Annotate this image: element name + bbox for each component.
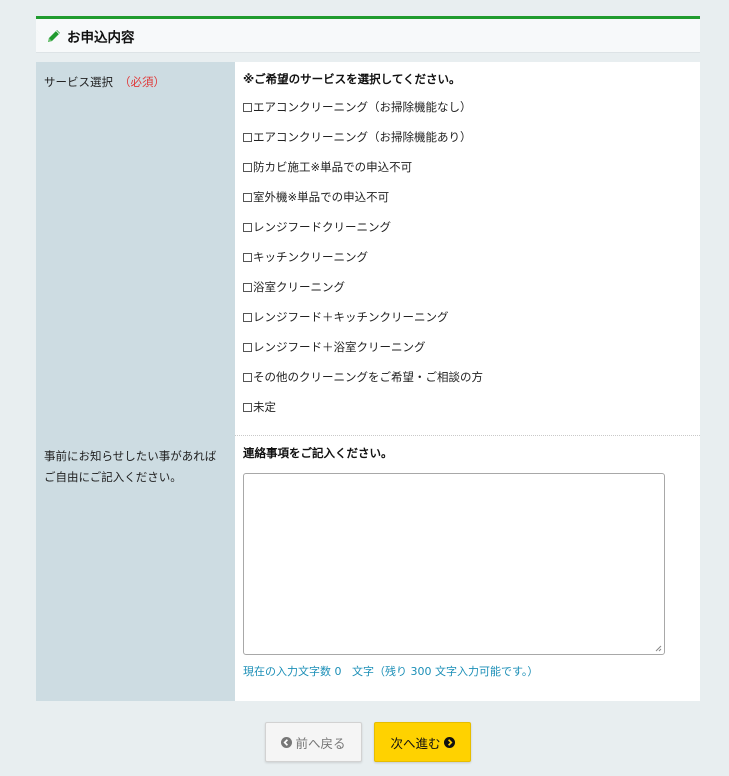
service-option-label: エアコンクリーニング（お掃除機能なし） [253, 100, 472, 114]
pencil-icon [48, 29, 60, 42]
section-header: お申込内容 [36, 16, 700, 53]
message-row: 事前にお知らせしたい事があればご自由にご記入ください。 連絡事項をご記入ください… [36, 436, 700, 701]
service-option[interactable]: 室外機※単品での申込不可 [243, 182, 692, 212]
service-option[interactable]: レンジフードクリーニング [243, 212, 692, 242]
checkbox[interactable] [243, 132, 252, 142]
back-button[interactable]: 前へ戻る [265, 722, 362, 762]
message-instruction: 連絡事項をご記入ください。 [243, 446, 393, 460]
service-option[interactable]: エアコンクリーニング（お掃除機能なし） [243, 92, 692, 122]
service-selection-label: サービス選択 [44, 75, 113, 89]
checkbox[interactable] [243, 192, 252, 202]
checkbox[interactable] [243, 222, 252, 232]
service-options-list: エアコンクリーニング（お掃除機能なし） エアコンクリーニング（お掃除機能あり） 防カ… [243, 92, 692, 422]
counter-count: 0 [334, 665, 342, 678]
navigation-buttons: 前へ戻る 次へ進む [0, 722, 729, 762]
service-option[interactable]: 未定 [243, 392, 692, 422]
service-selection-label-cell: サービス選択 （必須） [36, 62, 235, 436]
order-details-section: お申込内容 サービス選択 （必須） ※ご希望のサービスを選択してください。 エアコ… [36, 16, 700, 701]
service-selection-value-cell: ※ご希望のサービスを選択してください。 エアコンクリーニング（お掃除機能なし）エ… [235, 62, 700, 436]
service-option-label: 室外機※単品での申込不可 [253, 190, 390, 204]
message-textarea[interactable] [243, 473, 665, 655]
message-label: 事前にお知らせしたい事があればご自由にご記入ください。 [44, 449, 217, 484]
service-option-label: 浴室クリーニング [253, 280, 345, 294]
message-label-cell: 事前にお知らせしたい事があればご自由にご記入ください。 [36, 436, 235, 701]
character-counter: 現在の入力文字数 0 文字（残り 300 文字入力可能です。） [243, 663, 692, 679]
checkbox[interactable] [243, 372, 252, 382]
checkbox[interactable] [243, 342, 252, 352]
service-selection-row: サービス選択 （必須） ※ご希望のサービスを選択してください。 エアコンクリーニン… [36, 62, 700, 436]
section-title: お申込内容 [67, 29, 135, 46]
form-table: サービス選択 （必須） ※ご希望のサービスを選択してください。 エアコンクリーニン… [36, 62, 700, 701]
next-button-label: 次へ進む [390, 735, 441, 751]
chevron-left-circle-icon [281, 736, 293, 748]
service-option-label: 防カビ施工※単品での申込不可 [253, 160, 413, 174]
checkbox[interactable] [243, 282, 252, 292]
counter-prefix: 現在の入力文字数 [243, 665, 331, 678]
service-option[interactable]: 浴室クリーニング [243, 272, 692, 302]
service-instruction: ※ご希望のサービスを選択してください。 [243, 72, 461, 86]
service-option-label: レンジフードクリーニング [253, 220, 391, 234]
message-value-cell: 連絡事項をご記入ください。 現在の入力文字数 0 文字（残り 300 文字入力可… [235, 436, 700, 701]
service-option-label: レンジフード＋浴室クリーニング [253, 340, 426, 354]
checkbox[interactable] [243, 162, 252, 172]
service-option-label: エアコンクリーニング（お掃除機能あり） [253, 130, 472, 144]
back-button-label: 前へ戻る [295, 735, 346, 751]
checkbox[interactable] [243, 252, 252, 262]
service-option[interactable]: キッチンクリーニング [243, 242, 692, 272]
resize-handle-icon[interactable] [654, 644, 662, 652]
service-option-label: 未定 [253, 400, 276, 414]
service-option[interactable]: その他のクリーニングをご希望・ご相談の方 [243, 362, 692, 392]
checkbox[interactable] [243, 402, 252, 412]
checkbox[interactable] [243, 102, 252, 112]
service-option-label: その他のクリーニングをご希望・ご相談の方 [253, 370, 483, 384]
service-option[interactable]: レンジフード＋キッチンクリーニング [243, 302, 692, 332]
service-option[interactable]: エアコンクリーニング（お掃除機能あり） [243, 122, 692, 152]
next-button[interactable]: 次へ進む [374, 722, 471, 762]
checkbox[interactable] [243, 312, 252, 322]
service-option-label: キッチンクリーニング [253, 250, 368, 264]
required-badge: （必須） [119, 75, 165, 89]
service-option-label: レンジフード＋キッチンクリーニング [253, 310, 449, 324]
counter-suffix: 文字（残り 300 文字入力可能です。） [352, 665, 539, 678]
service-option[interactable]: 防カビ施工※単品での申込不可 [243, 152, 692, 182]
service-option[interactable]: レンジフード＋浴室クリーニング [243, 332, 692, 362]
chevron-right-circle-icon [443, 736, 455, 748]
